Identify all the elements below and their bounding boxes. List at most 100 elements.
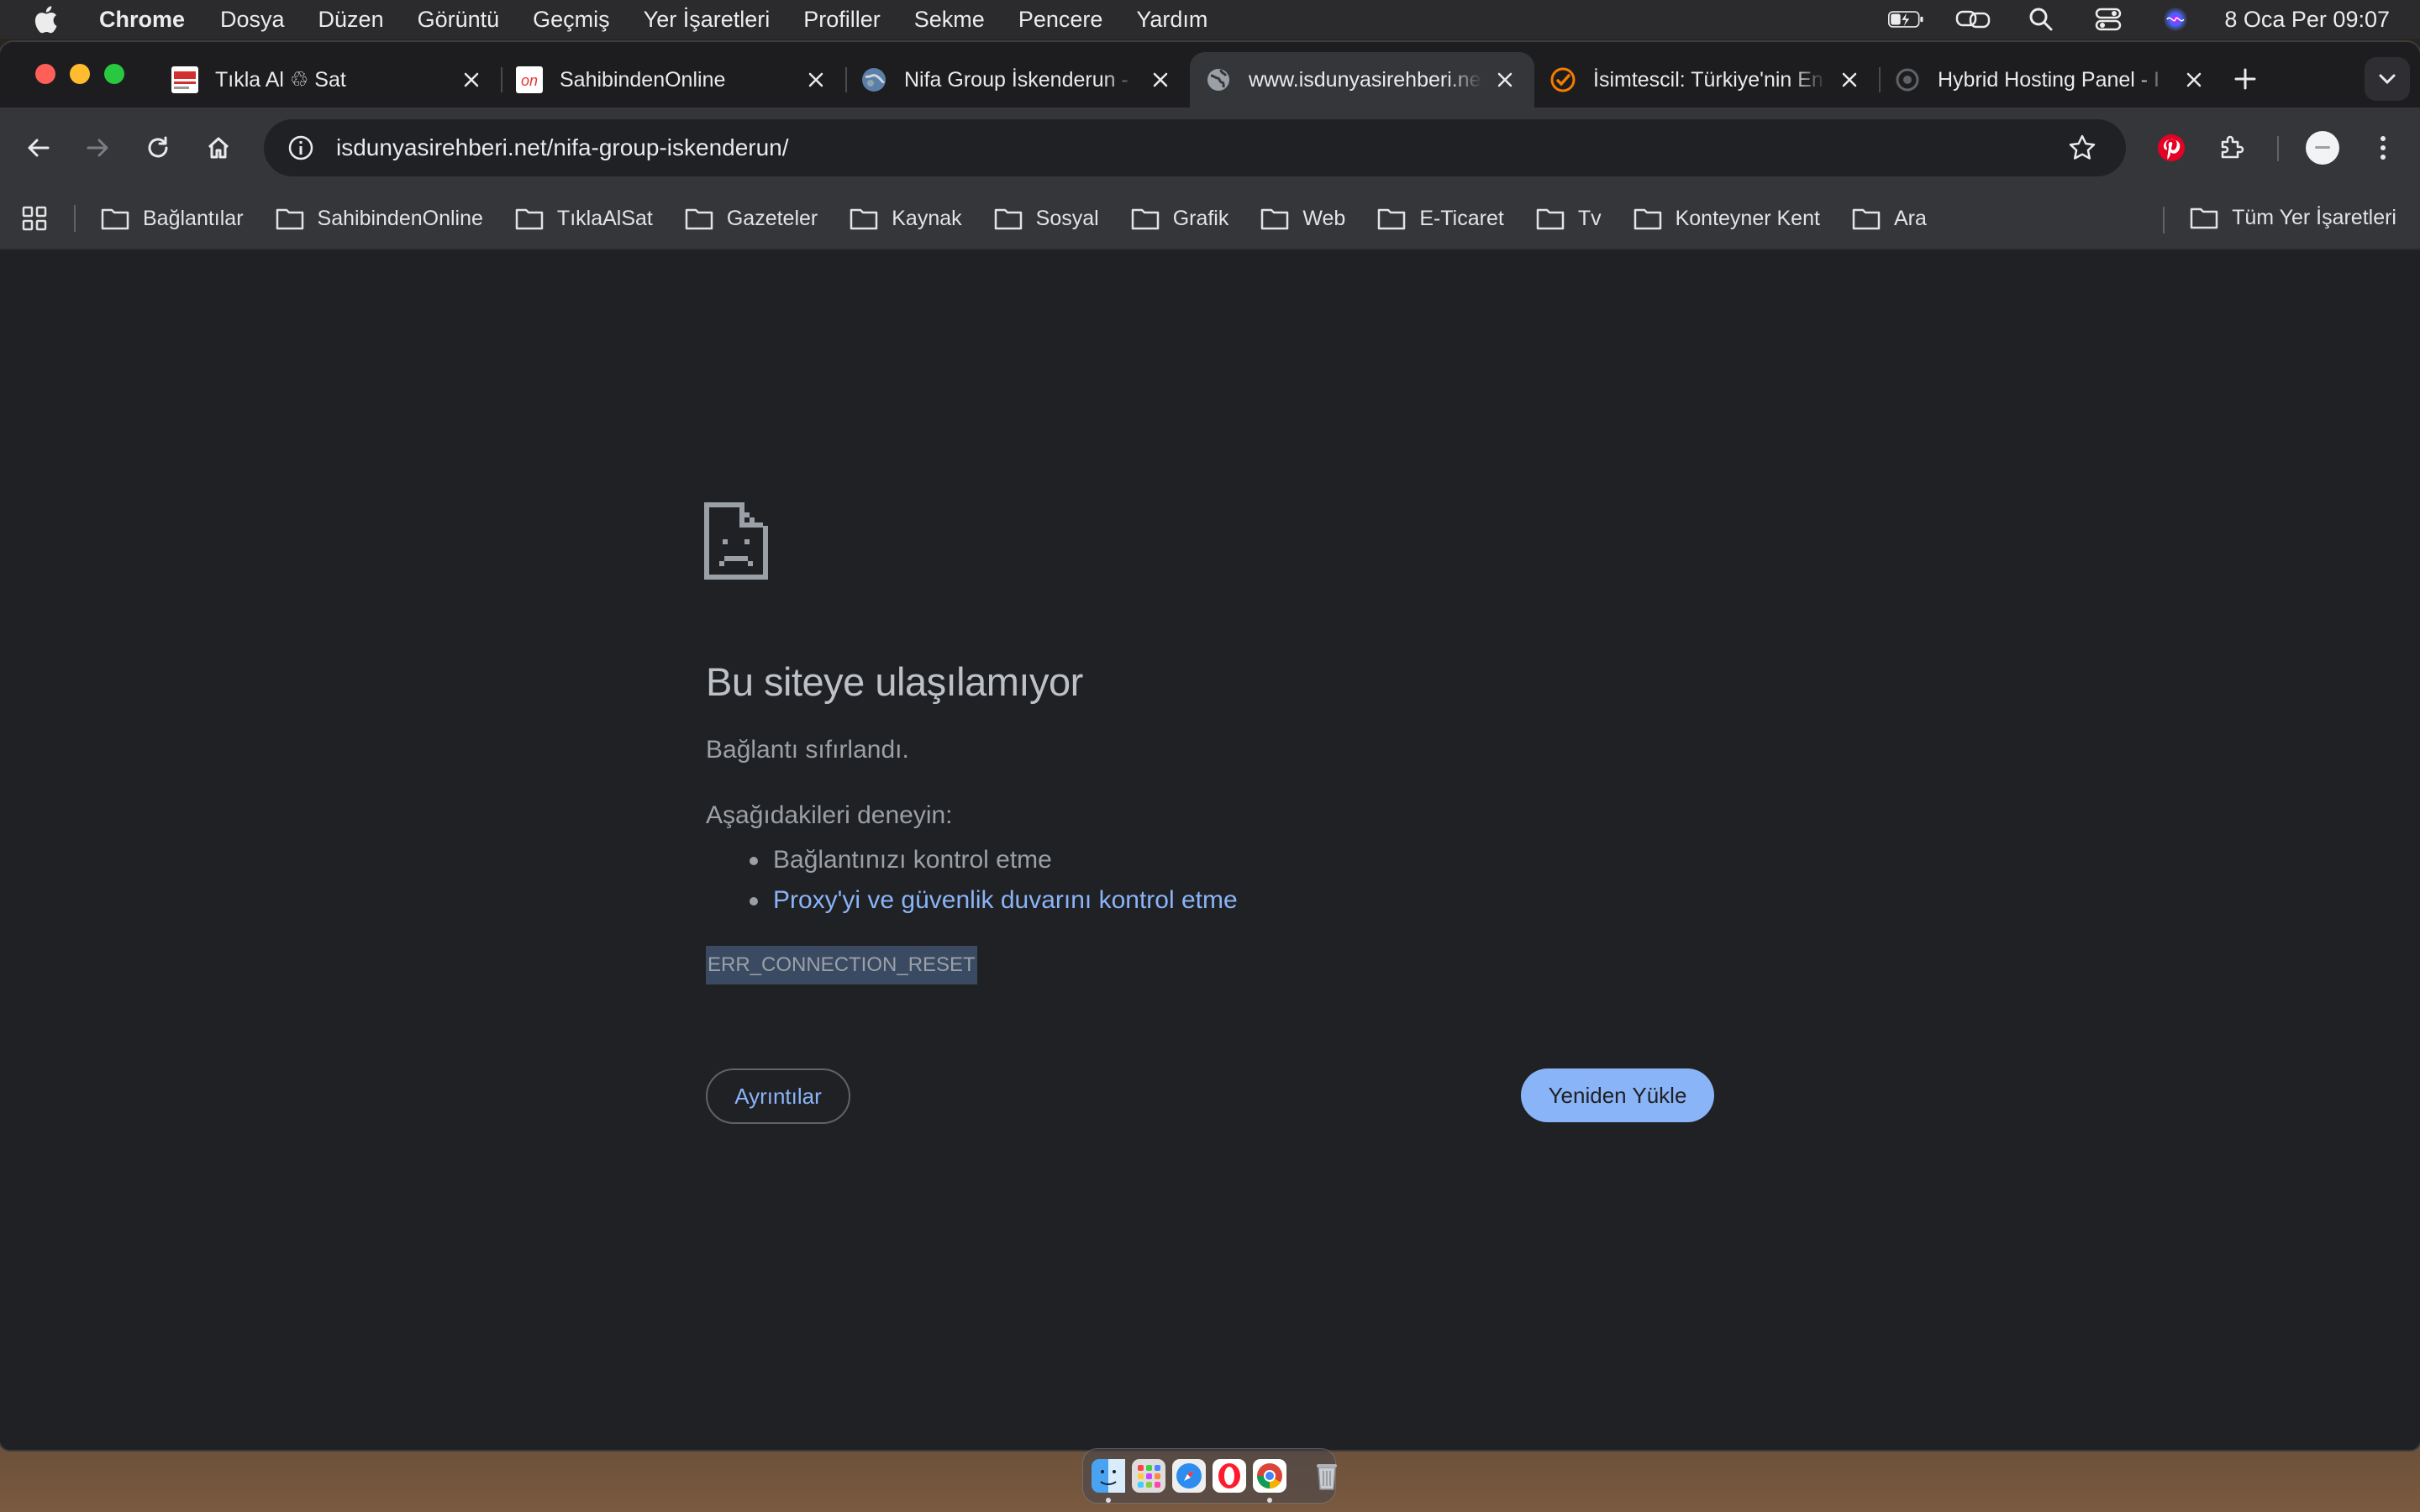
bookmark-label: TıklaAlSat bbox=[556, 206, 653, 230]
reload-icon[interactable] bbox=[136, 126, 180, 170]
bookmarks-bar: Bağlantılar SahibindenOnline TıklaAlSat … bbox=[0, 188, 2420, 250]
tab-strip: Tıkla Al ♲ Sat on SahibindenOnline Nifa … bbox=[0, 42, 2420, 108]
bookmark-folder-sahibindenonline[interactable]: SahibindenOnline bbox=[276, 206, 483, 231]
menu-help[interactable]: Yardım bbox=[1136, 7, 1207, 33]
trash-icon[interactable] bbox=[1310, 1459, 1344, 1493]
opera-icon[interactable] bbox=[1213, 1459, 1246, 1493]
all-bookmarks-folder[interactable]: Tüm Yer İşaretleri bbox=[2190, 205, 2396, 230]
menu-tab[interactable]: Sekme bbox=[914, 7, 985, 33]
zoom-window-button[interactable] bbox=[104, 64, 124, 84]
menu-app-name[interactable]: Chrome bbox=[99, 7, 185, 33]
folder-icon bbox=[1377, 206, 1406, 231]
home-icon[interactable] bbox=[197, 126, 240, 170]
bookmark-label: SahibindenOnline bbox=[317, 206, 483, 230]
close-tab-icon[interactable] bbox=[459, 67, 484, 92]
tab-nifa-group[interactable]: Nifa Group İskenderun - bbox=[845, 52, 1190, 108]
close-tab-icon[interactable] bbox=[1492, 67, 1518, 92]
menu-file[interactable]: Dosya bbox=[220, 7, 285, 33]
folder-icon bbox=[101, 206, 129, 231]
apple-menu-icon[interactable] bbox=[30, 4, 60, 34]
siri-icon[interactable] bbox=[2157, 5, 2194, 34]
forward-arrow-icon[interactable] bbox=[76, 126, 119, 170]
apps-grid-icon[interactable] bbox=[18, 202, 50, 234]
tab-tiklaalsat[interactable]: Tıkla Al ♲ Sat bbox=[156, 52, 501, 108]
menu-bar-clock[interactable]: 8 Oca Per 09:07 bbox=[2224, 7, 2390, 33]
close-tab-icon[interactable] bbox=[1837, 67, 1862, 92]
launchpad-icon[interactable] bbox=[1132, 1459, 1165, 1493]
bookmark-folder-sosyal[interactable]: Sosyal bbox=[994, 206, 1099, 231]
bookmark-star-icon[interactable] bbox=[2064, 129, 2101, 166]
tab-title: Tıkla Al ♲ Sat bbox=[215, 68, 346, 92]
bookmark-folder-tv[interactable]: Tv bbox=[1536, 206, 1602, 231]
bookmark-folder-gazeteler[interactable]: Gazeteler bbox=[685, 206, 818, 231]
folder-icon bbox=[1634, 206, 1662, 231]
link-screen-icon[interactable] bbox=[1955, 5, 1992, 34]
bookmark-folder-tiklaalsat[interactable]: TıklaAlSat bbox=[515, 206, 653, 231]
spotlight-search-icon[interactable] bbox=[2023, 5, 2060, 34]
folder-icon bbox=[850, 206, 878, 231]
address-bar[interactable]: isdunyasirehberi.net/nifa-group-iskender… bbox=[264, 119, 2126, 176]
isimtescil-icon bbox=[1549, 66, 1576, 93]
hosting-icon bbox=[1894, 66, 1921, 93]
tab-title: Nifa Group İskenderun - bbox=[904, 67, 1128, 92]
bookmarks-divider bbox=[2163, 207, 2165, 234]
tab-sahibindenonline[interactable]: on SahibindenOnline bbox=[501, 52, 845, 108]
bookmark-folder-e-ticaret[interactable]: E-Ticaret bbox=[1377, 206, 1504, 231]
tab-title: www.isdunyasirehberi.net bbox=[1249, 67, 1482, 92]
menu-window[interactable]: Pencere bbox=[1018, 7, 1103, 33]
back-arrow-icon[interactable] bbox=[17, 126, 60, 170]
new-tab-icon[interactable] bbox=[2227, 60, 2264, 97]
tab-title: SahibindenOnline bbox=[560, 67, 726, 92]
tab-isdunyasirehberi-active[interactable]: www.isdunyasirehberi.net bbox=[1190, 52, 1534, 108]
close-tab-icon[interactable] bbox=[803, 67, 829, 92]
menu-bookmarks[interactable]: Yer İşaretleri bbox=[644, 7, 771, 33]
menu-view[interactable]: Görüntü bbox=[418, 7, 500, 33]
suggestion-check-proxy-firewall-link[interactable]: Proxy'yi ve güvenlik duvarını kontrol et… bbox=[750, 880, 1238, 921]
tabs: Tıkla Al ♲ Sat on SahibindenOnline Nifa … bbox=[156, 52, 2223, 108]
macos-menu-bar: Chrome Dosya Düzen Görüntü Geçmiş Yer İş… bbox=[0, 0, 2420, 39]
tab-search-chevron-down-icon[interactable] bbox=[2365, 57, 2410, 101]
bookmark-label: Gazeteler bbox=[726, 206, 818, 230]
site-info-icon[interactable] bbox=[282, 129, 319, 166]
bookmark-label: Bağlantılar bbox=[143, 206, 244, 230]
tiklaalsat-icon bbox=[171, 66, 198, 93]
bookmark-folder-web[interactable]: Web bbox=[1260, 206, 1345, 231]
control-center-icon[interactable] bbox=[2090, 5, 2127, 34]
profile-avatar[interactable] bbox=[2301, 126, 2344, 170]
close-window-button[interactable] bbox=[35, 64, 55, 84]
browser-toolbar: isdunyasirehberi.net/nifa-group-iskender… bbox=[0, 108, 2420, 188]
pinterest-extension-icon[interactable] bbox=[2149, 126, 2193, 170]
bookmark-folder-baglantilar[interactable]: Bağlantılar bbox=[101, 206, 244, 231]
menu-history[interactable]: Geçmiş bbox=[533, 7, 610, 33]
tab-isimtescil[interactable]: İsimtescil: Türkiye'nin En bbox=[1534, 52, 1879, 108]
minimize-window-button[interactable] bbox=[70, 64, 90, 84]
bookmark-folder-kaynak[interactable]: Kaynak bbox=[850, 206, 962, 231]
bookmark-label: Web bbox=[1302, 206, 1346, 230]
suggestion-check-connection: Bağlantınızı kontrol etme bbox=[750, 840, 1238, 880]
error-title: Bu siteye ulaşılamıyor bbox=[706, 659, 1083, 704]
finder-icon[interactable] bbox=[1092, 1459, 1125, 1503]
menu-profiles[interactable]: Profiller bbox=[803, 7, 881, 33]
chrome-menu-kebab-icon[interactable] bbox=[2361, 126, 2405, 170]
tab-title: Hybrid Hosting Panel - I bbox=[1938, 67, 2160, 92]
chrome-window: Tıkla Al ♲ Sat on SahibindenOnline Nifa … bbox=[0, 42, 2420, 1450]
extensions-puzzle-icon[interactable] bbox=[2210, 126, 2254, 170]
close-tab-icon[interactable] bbox=[1148, 67, 1173, 92]
bookmark-folder-grafik[interactable]: Grafik bbox=[1131, 206, 1228, 231]
globe-icon bbox=[1205, 66, 1232, 93]
url-text[interactable]: isdunyasirehberi.net/nifa-group-iskender… bbox=[336, 134, 789, 161]
bookmark-label: Kaynak bbox=[892, 206, 962, 230]
battery-charging-icon[interactable] bbox=[1888, 5, 1925, 34]
reload-button[interactable]: Yeniden Yükle bbox=[1521, 1068, 1714, 1122]
chrome-icon[interactable] bbox=[1253, 1459, 1286, 1503]
tab-hybrid-hosting[interactable]: Hybrid Hosting Panel - I bbox=[1879, 52, 2223, 108]
bookmark-folder-ara[interactable]: Ara bbox=[1852, 206, 1927, 231]
globe-photo-icon bbox=[860, 66, 887, 93]
details-button[interactable]: Ayrıntılar bbox=[706, 1068, 850, 1124]
bookmark-label: E-Ticaret bbox=[1419, 206, 1504, 230]
safari-icon[interactable] bbox=[1172, 1459, 1206, 1493]
folder-icon bbox=[2190, 205, 2218, 230]
close-tab-icon[interactable] bbox=[2181, 67, 2207, 92]
menu-edit[interactable]: Düzen bbox=[318, 7, 384, 33]
bookmark-folder-konteyner-kent[interactable]: Konteyner Kent bbox=[1634, 206, 1820, 231]
